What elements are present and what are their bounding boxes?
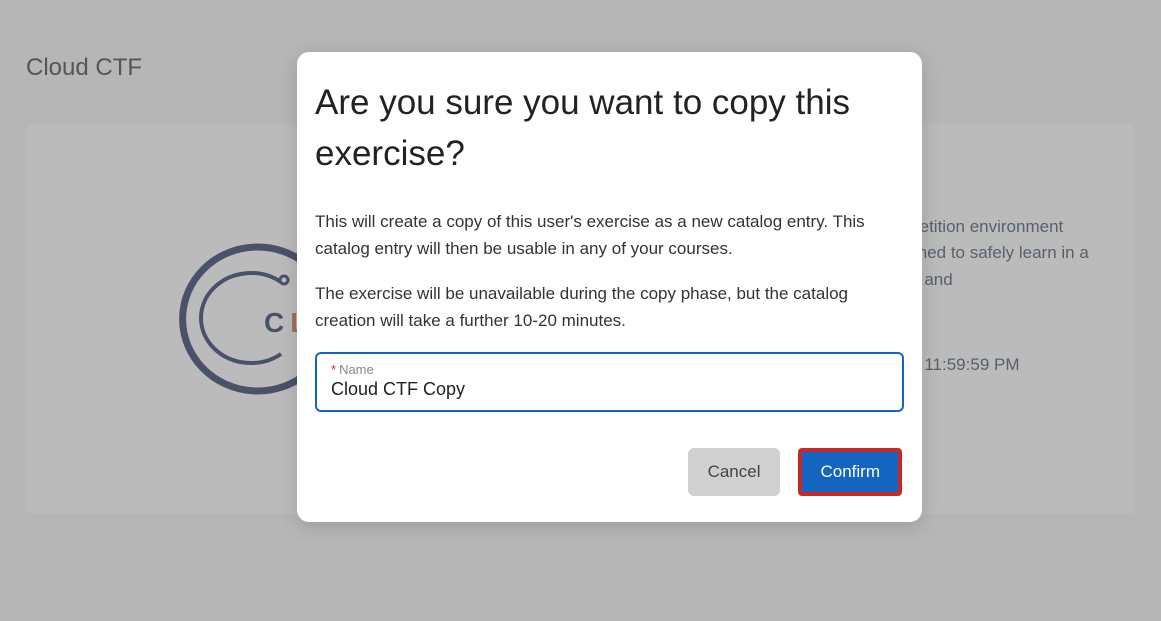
modal-actions: Cancel Confirm	[315, 448, 904, 496]
modal-title: Are you sure you want to copy this exerc…	[315, 78, 904, 190]
name-input-label: *Name	[331, 362, 888, 377]
required-marker: *	[331, 362, 336, 377]
copy-exercise-modal: Are you sure you want to copy this exerc…	[297, 52, 922, 522]
name-input-wrap[interactable]: *Name	[315, 352, 904, 412]
modal-body-p2: The exercise will be unavailable during …	[315, 280, 904, 334]
modal-body: This will create a copy of this user's e…	[315, 208, 904, 335]
name-input[interactable]	[331, 379, 888, 400]
modal-body-p1: This will create a copy of this user's e…	[315, 208, 904, 262]
confirm-button[interactable]: Confirm	[802, 452, 898, 492]
confirm-button-highlight: Confirm	[798, 448, 902, 496]
cancel-button[interactable]: Cancel	[688, 448, 781, 496]
name-label-text: Name	[339, 362, 374, 377]
